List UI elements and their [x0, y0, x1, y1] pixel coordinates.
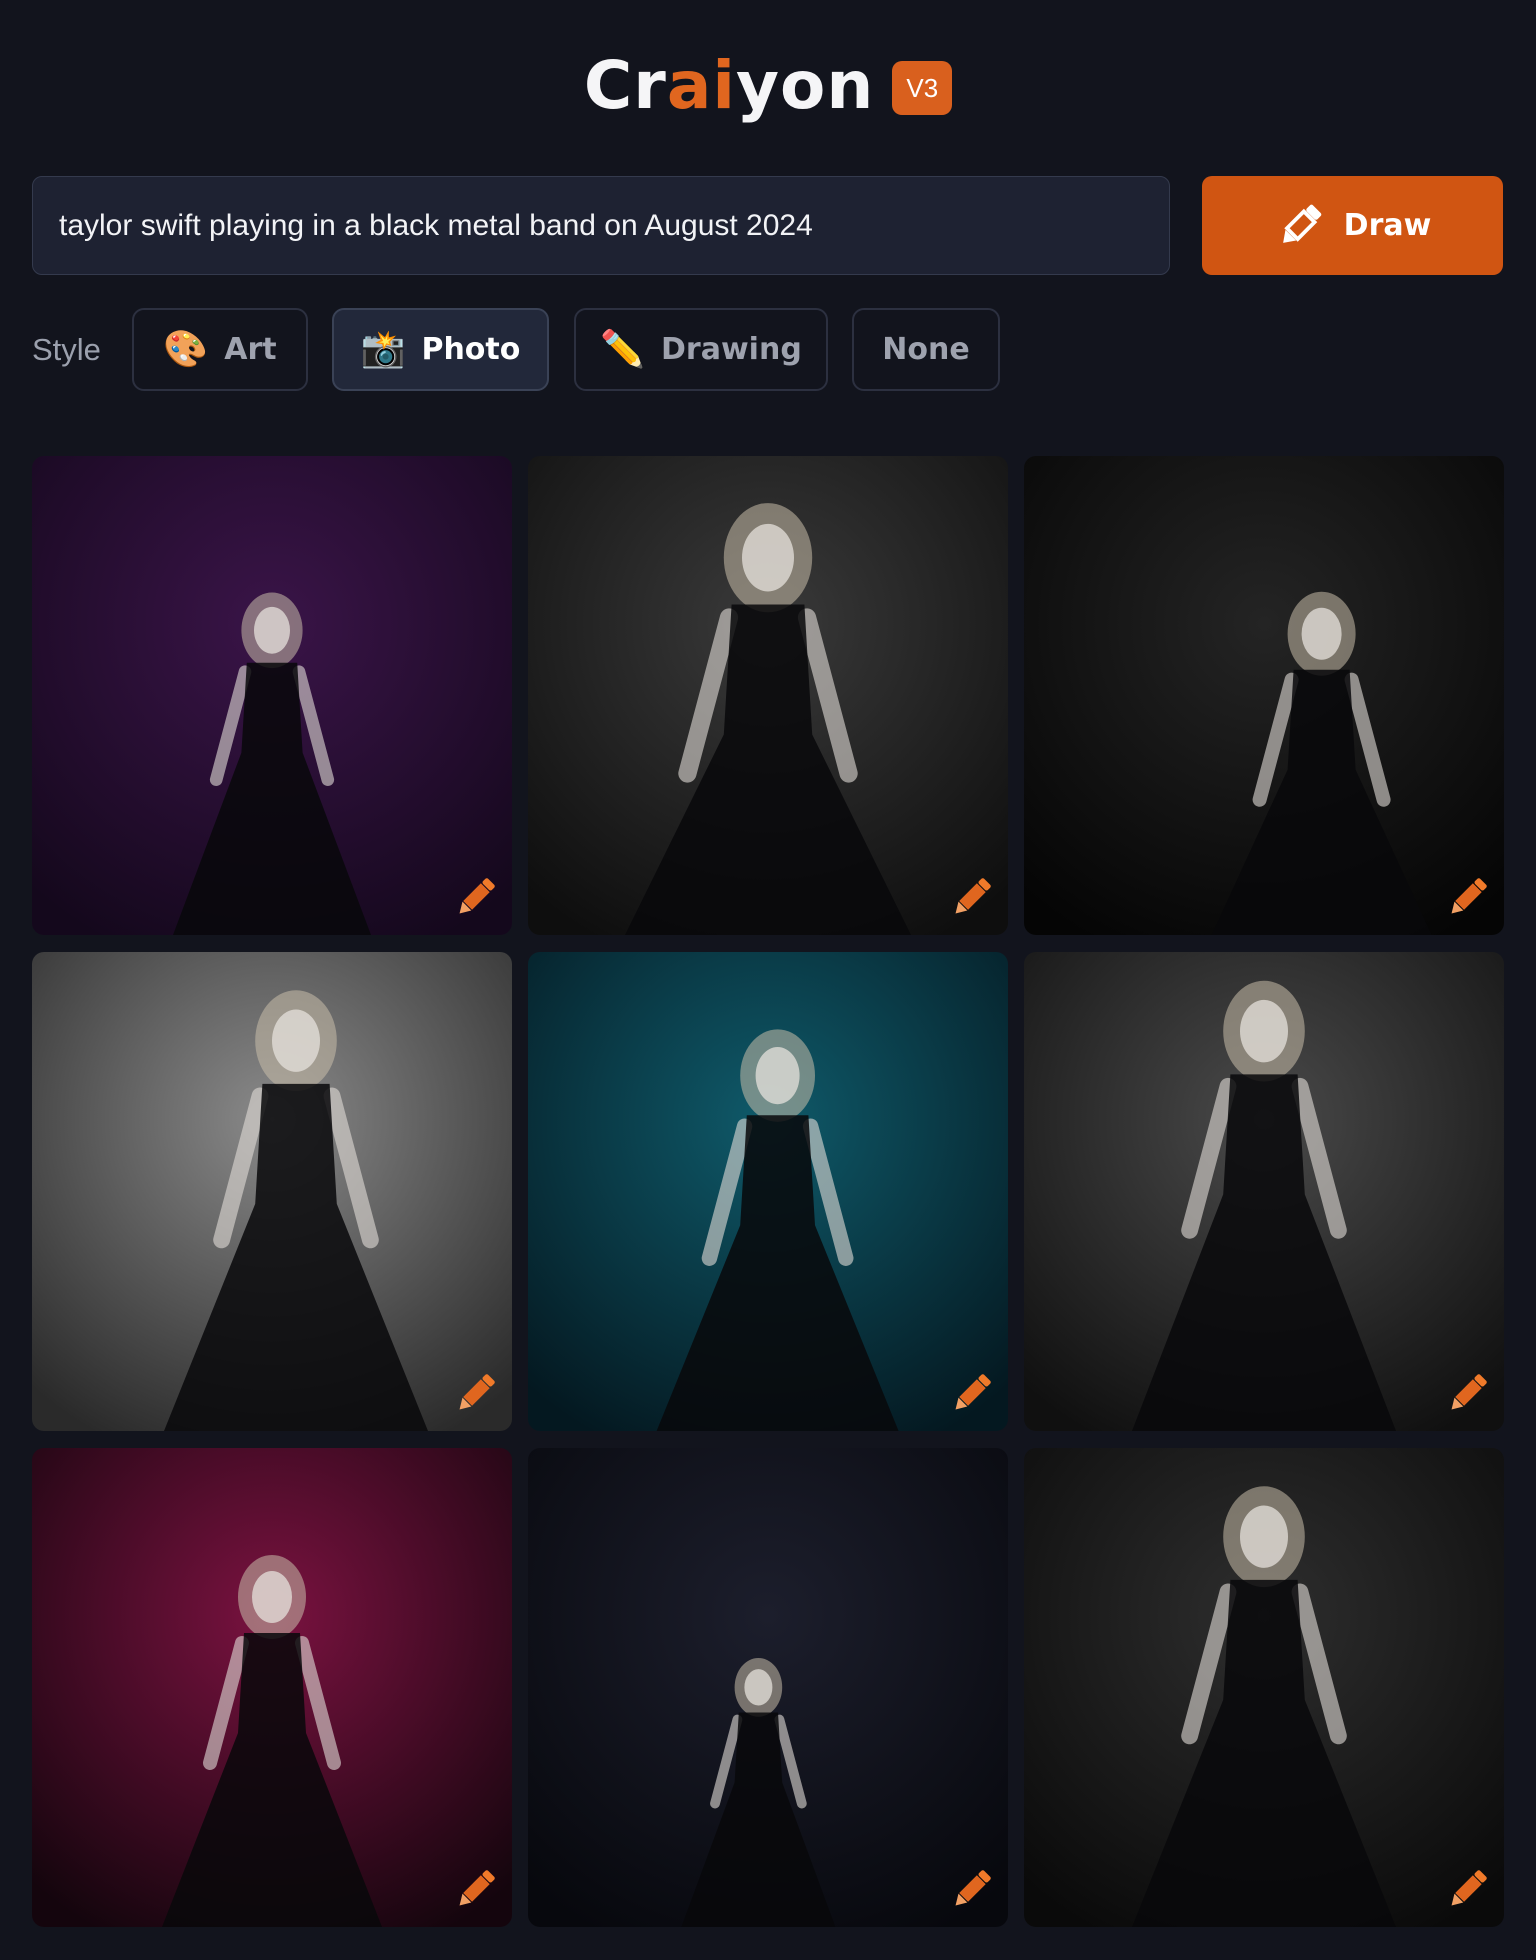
result-image-scene — [528, 952, 1008, 1431]
version-badge: V3 — [892, 61, 953, 115]
pencil-edit-icon — [955, 878, 991, 914]
camera-flash-icon: 📸 — [360, 328, 406, 370]
result-image[interactable] — [528, 952, 1008, 1431]
edit-image-button[interactable] — [1440, 871, 1494, 925]
pencil-edit-icon — [1451, 1374, 1487, 1410]
result-image[interactable] — [32, 456, 512, 935]
style-option-none[interactable]: None — [852, 308, 1000, 391]
result-image-scene — [32, 952, 512, 1431]
pencil-icon: ✏️ — [600, 328, 646, 370]
result-image[interactable] — [528, 1448, 1008, 1927]
result-image-scene — [32, 1448, 512, 1927]
pencil-edit-icon — [459, 878, 495, 914]
pencil-edit-icon — [955, 1374, 991, 1410]
result-image[interactable] — [1024, 952, 1504, 1431]
result-image[interactable] — [1024, 456, 1504, 935]
style-label: Style — [32, 332, 101, 367]
style-option-label: Photo — [421, 332, 521, 367]
style-option-drawing[interactable]: ✏️ Drawing — [574, 308, 828, 391]
pencil-edit-icon — [459, 1870, 495, 1906]
style-option-photo[interactable]: 📸 Photo — [332, 308, 549, 391]
result-image[interactable] — [32, 952, 512, 1431]
edit-image-button[interactable] — [944, 871, 998, 925]
style-option-label: Art — [224, 332, 277, 367]
result-image-scene — [1024, 1448, 1504, 1927]
result-image-scene — [528, 1448, 1008, 1927]
pencil-icon — [1282, 204, 1321, 243]
draw-button-label: Draw — [1343, 208, 1432, 243]
palette-icon: 🎨 — [163, 328, 209, 370]
logo-wordmark: Craiyon — [583, 47, 875, 124]
edit-image-button[interactable] — [448, 1367, 502, 1421]
edit-image-button[interactable] — [944, 1863, 998, 1917]
style-option-label: Drawing — [661, 332, 802, 367]
pencil-edit-icon — [1451, 878, 1487, 914]
edit-image-button[interactable] — [448, 1863, 502, 1917]
pencil-edit-icon — [955, 1870, 991, 1906]
result-image-scene — [1024, 456, 1504, 935]
edit-image-button[interactable] — [944, 1367, 998, 1421]
edit-image-button[interactable] — [1440, 1367, 1494, 1421]
pencil-edit-icon — [1451, 1870, 1487, 1906]
prompt-input[interactable]: taylor swift playing in a black metal ba… — [32, 176, 1170, 275]
pencil-edit-icon — [459, 1374, 495, 1410]
draw-button[interactable]: Draw — [1202, 176, 1503, 275]
results-grid — [32, 456, 1504, 1928]
result-image[interactable] — [1024, 1448, 1504, 1927]
logo[interactable]: Craiyon V3 — [0, 46, 1536, 126]
result-image[interactable] — [528, 456, 1008, 935]
result-image-scene — [32, 456, 512, 935]
result-image[interactable] — [32, 1448, 512, 1927]
edit-image-button[interactable] — [1440, 1863, 1494, 1917]
edit-image-button[interactable] — [448, 871, 502, 925]
result-image-scene — [528, 456, 1008, 935]
style-option-art[interactable]: 🎨 Art — [132, 308, 308, 391]
result-image-scene — [1024, 952, 1504, 1431]
app-root: Craiyon V3 taylor swift playing in a bla… — [0, 0, 1536, 1960]
style-option-label: None — [882, 332, 970, 367]
